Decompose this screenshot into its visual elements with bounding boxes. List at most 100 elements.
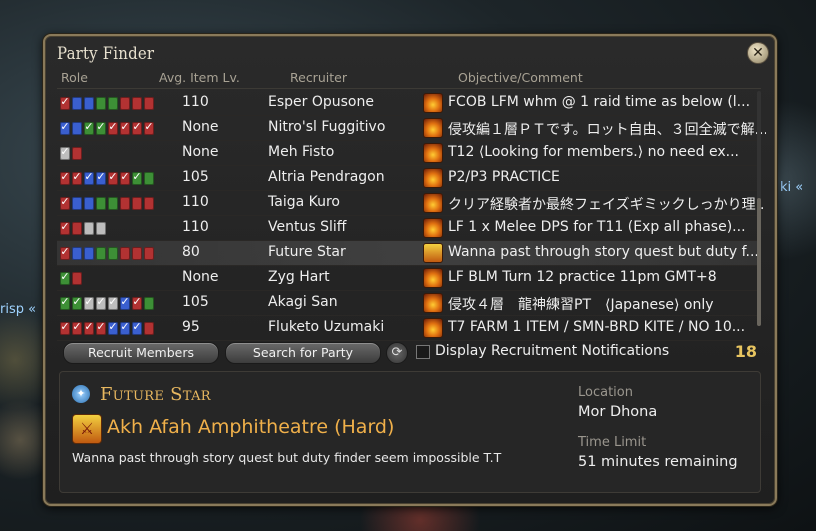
recruiter-name: Nitro'sl Fuggitivo <box>268 119 386 135</box>
recruit-members-button[interactable]: Recruit Members <box>63 342 219 364</box>
column-header-ilvl[interactable]: Avg. Item Lv. <box>159 70 240 85</box>
tank-role-slot-icon <box>84 247 94 260</box>
dps-role-slot-icon <box>132 120 142 135</box>
objective-comment: FCOB LFM whm @ 1 raid time as below (l..… <box>448 94 751 110</box>
listing-row[interactable]: 105 Altria Pendragon P2/P3 PRACTICE <box>57 166 757 191</box>
item-level: 110 <box>182 194 209 210</box>
listing-row[interactable]: 110 Taiga Kuro クリア経験者か最終フェイズギミックしっかり理... <box>57 191 766 216</box>
detail-duty-name: Akh Afah Amphitheatre (Hard) <box>107 416 395 438</box>
listing-row[interactable]: 110 Ventus Sliff LF 1 x Melee DPS for T11 … <box>57 216 757 241</box>
recruiter-name: Altria Pendragon <box>268 169 385 185</box>
healer-role-slot-icon <box>96 197 106 210</box>
dps-role-slot-icon <box>84 320 94 335</box>
item-level: None <box>182 119 219 135</box>
listing-row[interactable]: 80 Future Star Wanna past through story qu… <box>57 241 759 266</box>
objective-comment: Wanna past through story quest but duty … <box>448 244 759 260</box>
listing-detail-panel: ✦ Future Star ⚔ Akh Afah Amphitheatre (H… <box>59 371 761 493</box>
recruiter-name: Ventus Sliff <box>268 219 347 235</box>
tank-role-slot-icon <box>120 295 130 310</box>
dps-role-slot-icon <box>108 120 118 135</box>
healer-role-slot-icon <box>132 170 142 185</box>
search-for-party-button[interactable]: Search for Party <box>225 342 381 364</box>
listing-row[interactable]: 105 Akagi San 侵攻４層 龍神練習PT ⟨Japanese⟩ only <box>57 291 757 316</box>
item-level: 105 <box>182 294 209 310</box>
duty-category-icon <box>423 218 443 238</box>
role-slots <box>60 245 154 260</box>
any-role-slot-icon <box>108 295 118 310</box>
listing-row[interactable]: None Meh Fisto T12 ⟨Looking for members.⟩ … <box>57 141 757 166</box>
refresh-icon[interactable]: ⟳ <box>386 342 408 364</box>
dps-role-slot-icon <box>72 147 82 160</box>
dps-role-slot-icon <box>60 320 70 335</box>
role-slots <box>60 295 154 310</box>
duty-category-icon <box>423 168 443 188</box>
detail-comment: Wanna past through story quest but duty … <box>72 450 502 465</box>
tank-role-slot-icon <box>96 170 106 185</box>
scrollbar-thumb[interactable] <box>757 198 761 326</box>
column-header-role[interactable]: Role <box>61 70 88 85</box>
healer-role-slot-icon <box>108 97 118 110</box>
dps-role-slot-icon <box>120 197 130 210</box>
location-value: Mor Dhona <box>578 404 658 420</box>
objective-comment: 侵攻編１層ＰＴです。ロット自由、３回全滅で解... <box>448 122 766 138</box>
tank-role-slot-icon <box>72 197 82 210</box>
listing-row[interactable]: 110 Esper Opusone FCOB LFM whm @ 1 raid ti… <box>57 91 757 116</box>
dps-role-slot-icon <box>108 170 118 185</box>
tank-role-slot-icon <box>72 247 82 260</box>
listing-row[interactable]: None Nitro'sl Fuggitivo 侵攻編１層ＰＴです。ロット自由、３回… <box>57 116 766 141</box>
column-header-recruiter[interactable]: Recruiter <box>290 70 347 85</box>
healer-role-slot-icon <box>96 247 106 260</box>
dps-role-slot-icon <box>60 245 70 260</box>
objective-comment: LF 1 x Melee DPS for T11 (Exp all phase)… <box>448 219 746 235</box>
time-limit-value: 51 minutes remaining <box>578 454 738 470</box>
notifications-checkbox[interactable] <box>416 345 430 359</box>
tank-role-slot-icon <box>60 120 70 135</box>
healer-role-slot-icon <box>144 172 154 185</box>
duty-category-icon <box>423 93 443 113</box>
listing-row[interactable]: 95 Fluketo Uzumaki T7 FARM 1 ITEM / SMN-BR… <box>57 316 757 341</box>
duty-category-icon <box>423 318 443 338</box>
dps-role-slot-icon <box>96 320 106 335</box>
duty-category-icon <box>423 293 443 313</box>
listing-count: 18 <box>734 342 757 361</box>
dps-role-slot-icon <box>132 197 142 210</box>
role-slots <box>60 270 82 285</box>
healer-role-slot-icon <box>60 270 70 285</box>
dps-role-slot-icon <box>144 197 154 210</box>
recruiter-name: Meh Fisto <box>268 144 335 160</box>
world-icon: ✦ <box>72 385 90 403</box>
tank-role-slot-icon <box>120 320 130 335</box>
dps-role-slot-icon <box>144 322 154 335</box>
objective-comment: T12 ⟨Looking for members.⟩ no need ex... <box>448 144 739 160</box>
time-limit-label: Time Limit <box>578 435 647 450</box>
dps-role-slot-icon <box>120 247 130 260</box>
objective-comment: クリア経験者か最終フェイズギミックしっかり理... <box>448 197 766 213</box>
duty-category-icon <box>423 118 443 138</box>
close-icon[interactable]: ✕ <box>747 42 769 64</box>
tank-role-slot-icon <box>84 97 94 110</box>
dps-role-slot-icon <box>60 170 70 185</box>
any-role-slot-icon <box>84 222 94 235</box>
recruiter-name: Esper Opusone <box>268 94 374 110</box>
role-slots <box>60 95 154 110</box>
any-role-slot-icon <box>84 295 94 310</box>
duty-category-icon <box>423 143 443 163</box>
dps-role-slot-icon <box>132 247 142 260</box>
dps-role-slot-icon <box>120 97 130 110</box>
recruiter-name: Future Star <box>268 244 346 260</box>
dps-role-slot-icon <box>132 97 142 110</box>
listing-row[interactable]: None Zyg Hart LF BLM Turn 12 practice 11pm… <box>57 266 757 291</box>
healer-role-slot-icon <box>96 120 106 135</box>
dps-role-slot-icon <box>72 272 82 285</box>
item-level: 110 <box>182 219 209 235</box>
column-header-objective[interactable]: Objective/Comment <box>458 70 583 85</box>
healer-role-slot-icon <box>144 297 154 310</box>
dps-role-slot-icon <box>144 120 154 135</box>
objective-comment: T7 FARM 1 ITEM / SMN-BRD KITE / NO 10... <box>448 319 746 335</box>
recruiter-name: Taiga Kuro <box>268 194 340 210</box>
dps-role-slot-icon <box>120 170 130 185</box>
any-role-slot-icon <box>96 295 106 310</box>
dps-role-slot-icon <box>60 220 70 235</box>
duty-category-icon <box>423 268 443 288</box>
tank-role-slot-icon <box>72 122 82 135</box>
